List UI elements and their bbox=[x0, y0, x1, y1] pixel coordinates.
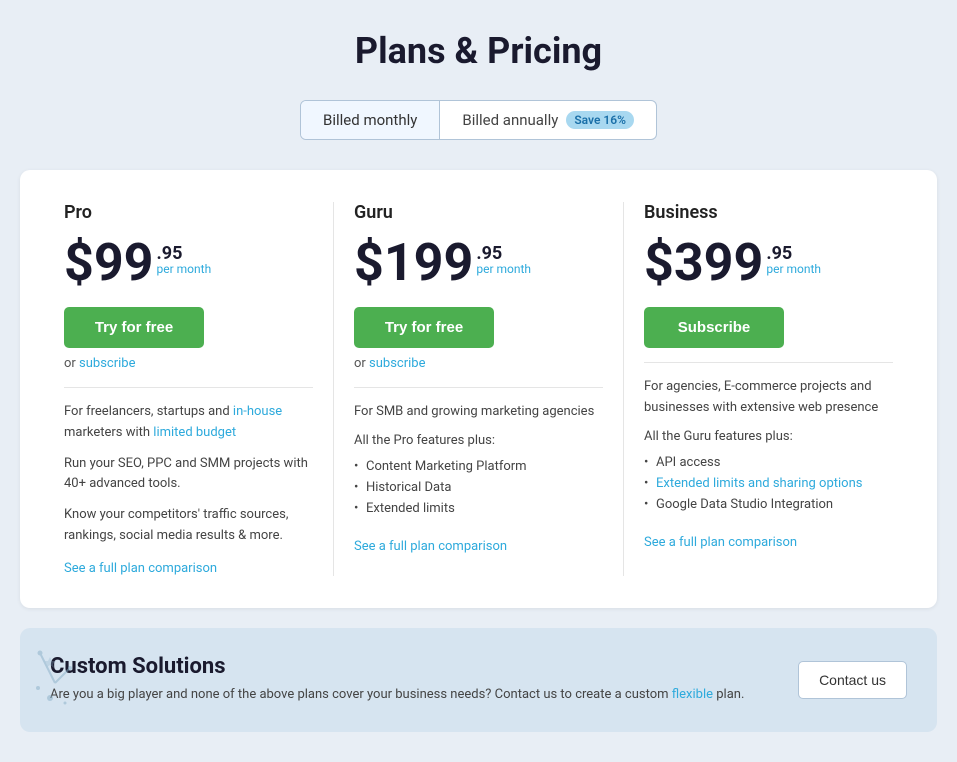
contact-us-button[interactable]: Contact us bbox=[798, 661, 907, 699]
plan-pro-divider bbox=[64, 387, 313, 388]
plan-pro-comparison[interactable]: See a full plan comparison bbox=[64, 561, 217, 576]
plan-guru-name: Guru bbox=[354, 202, 603, 223]
plan-pro: Pro $99 .95 per month Try for free or su… bbox=[44, 202, 334, 576]
plan-guru-comparison[interactable]: See a full plan comparison bbox=[354, 539, 507, 554]
plan-guru-feature-1: Content Marketing Platform bbox=[354, 456, 603, 477]
custom-solutions-text: Custom Solutions Are you a big player an… bbox=[50, 654, 778, 706]
plan-business-feature-2: Extended limits and sharing options bbox=[644, 473, 893, 494]
plan-pro-period: per month bbox=[157, 263, 212, 275]
plan-business-feature-1: API access bbox=[644, 452, 893, 473]
save-badge: Save 16% bbox=[566, 111, 634, 129]
custom-solutions-description: Are you a big player and none of the abo… bbox=[50, 685, 778, 706]
plan-business-divider bbox=[644, 362, 893, 363]
plan-business-comparison[interactable]: See a full plan comparison bbox=[644, 535, 797, 550]
plan-guru-amount: $199 bbox=[354, 237, 473, 289]
plan-guru-cents: .95 bbox=[476, 245, 531, 263]
star-decoration-icon bbox=[30, 643, 80, 717]
plan-guru-price: $199 .95 per month bbox=[354, 237, 603, 289]
plan-business: Business $399 .95 per month Subscribe Fo… bbox=[624, 202, 913, 576]
plan-guru-divider bbox=[354, 387, 603, 388]
custom-solutions-title: Custom Solutions bbox=[50, 654, 778, 679]
plan-pro-desc-3: Know your competitors' traffic sources, … bbox=[64, 505, 313, 547]
plan-business-cta[interactable]: Subscribe bbox=[644, 307, 784, 348]
plan-business-feature-3: Google Data Studio Integration bbox=[644, 494, 893, 515]
plan-pro-amount: $99 bbox=[64, 237, 154, 289]
plan-pro-price: $99 .95 per month bbox=[64, 237, 313, 289]
plans-container: Pro $99 .95 per month Try for free or su… bbox=[20, 170, 937, 608]
plan-pro-cta[interactable]: Try for free bbox=[64, 307, 204, 348]
billing-monthly-label: Billed monthly bbox=[323, 111, 417, 129]
plan-guru: Guru $199 .95 per month Try for free or … bbox=[334, 202, 624, 576]
plan-business-amount: $399 bbox=[644, 237, 763, 289]
plan-guru-feature-2: Historical Data bbox=[354, 477, 603, 498]
plan-pro-name: Pro bbox=[64, 202, 313, 223]
plan-business-name: Business bbox=[644, 202, 893, 223]
billing-monthly[interactable]: Billed monthly bbox=[301, 101, 440, 139]
plan-guru-features-intro: All the Pro features plus: bbox=[354, 433, 603, 448]
plan-business-cents: .95 bbox=[766, 245, 821, 263]
page-title: Plans & Pricing bbox=[20, 30, 937, 72]
plan-pro-desc-1: For freelancers, startups and in-house m… bbox=[64, 402, 313, 444]
plan-business-period: per month bbox=[766, 263, 821, 275]
plan-business-features: API access Extended limits and sharing o… bbox=[644, 452, 893, 515]
plan-pro-or: or subscribe bbox=[64, 356, 313, 371]
plan-pro-subscribe-link[interactable]: subscribe bbox=[79, 356, 135, 371]
billing-annually-label: Billed annually bbox=[462, 111, 558, 129]
plan-business-desc-1: For agencies, E-commerce projects and bu… bbox=[644, 377, 893, 419]
billing-annually[interactable]: Billed annually Save 16% bbox=[440, 101, 656, 139]
plan-business-price: $399 .95 per month bbox=[644, 237, 893, 289]
plan-guru-period: per month bbox=[476, 263, 531, 275]
plan-pro-desc-2: Run your SEO, PPC and SMM projects with … bbox=[64, 454, 313, 496]
custom-solutions-section: Custom Solutions Are you a big player an… bbox=[20, 628, 937, 732]
plan-guru-desc-1: For SMB and growing marketing agencies bbox=[354, 402, 603, 423]
plan-guru-cta[interactable]: Try for free bbox=[354, 307, 494, 348]
plan-guru-subscribe-link[interactable]: subscribe bbox=[369, 356, 425, 371]
plan-guru-feature-3: Extended limits bbox=[354, 498, 603, 519]
plan-guru-features: Content Marketing Platform Historical Da… bbox=[354, 456, 603, 519]
plan-pro-cents: .95 bbox=[157, 245, 212, 263]
plan-guru-or: or subscribe bbox=[354, 356, 603, 371]
billing-toggle: Billed monthly Billed annually Save 16% bbox=[20, 100, 937, 140]
plan-business-features-intro: All the Guru features plus: bbox=[644, 429, 893, 444]
